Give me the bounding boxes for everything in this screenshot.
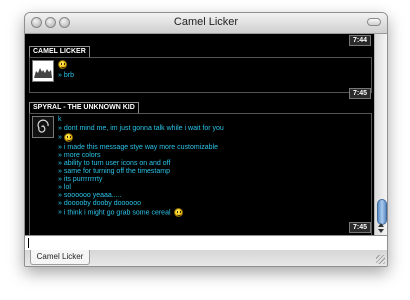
message-line: » brb (58, 72, 75, 79)
spiral-icon (33, 117, 53, 137)
tab-camel-licker[interactable]: Camel Licker (30, 250, 90, 265)
scroll-down-icon[interactable] (378, 229, 384, 233)
resize-grip-icon[interactable] (376, 255, 385, 264)
scroll-thumb[interactable] (377, 199, 387, 225)
window-title: Camel Licker (173, 16, 239, 28)
timestamp: 7:44 (349, 35, 371, 46)
message-block: » brb (29, 57, 372, 93)
vertical-scrollbar[interactable] (374, 34, 387, 235)
message-line: » (58, 133, 73, 143)
tab-bar: Camel Licker (25, 250, 387, 266)
message-input[interactable] (25, 235, 387, 251)
message-line: » i think i might go grab some cereal (58, 208, 184, 218)
user-avatar (32, 116, 54, 138)
chat-transcript[interactable]: 7:44 CAMEL LICKER » brb 7:45 SPYRAL - THE… (25, 34, 374, 235)
user-avatar (32, 60, 54, 82)
timestamp: 7:45 (349, 88, 371, 99)
message-block: k » dont mind me, im just gonna talk whil… (29, 113, 372, 235)
scroll-up-icon[interactable] (378, 223, 384, 227)
chat-window: Camel Licker 7:44 CAMEL LICKER » brb 7:45… (24, 12, 388, 267)
message-line (58, 60, 67, 70)
message-line: » dont mind me, im just gonna talk while … (58, 125, 224, 132)
title-bar[interactable]: Camel Licker (25, 13, 387, 34)
toolbar-toggle-button[interactable] (367, 18, 381, 26)
smiley-emoji (174, 208, 184, 217)
text-caret (28, 238, 29, 248)
smiley-emoji (58, 60, 67, 69)
timestamp: 7:45 (349, 222, 371, 233)
smiley-emoji (63, 133, 73, 142)
dromedary-icon (34, 68, 52, 78)
